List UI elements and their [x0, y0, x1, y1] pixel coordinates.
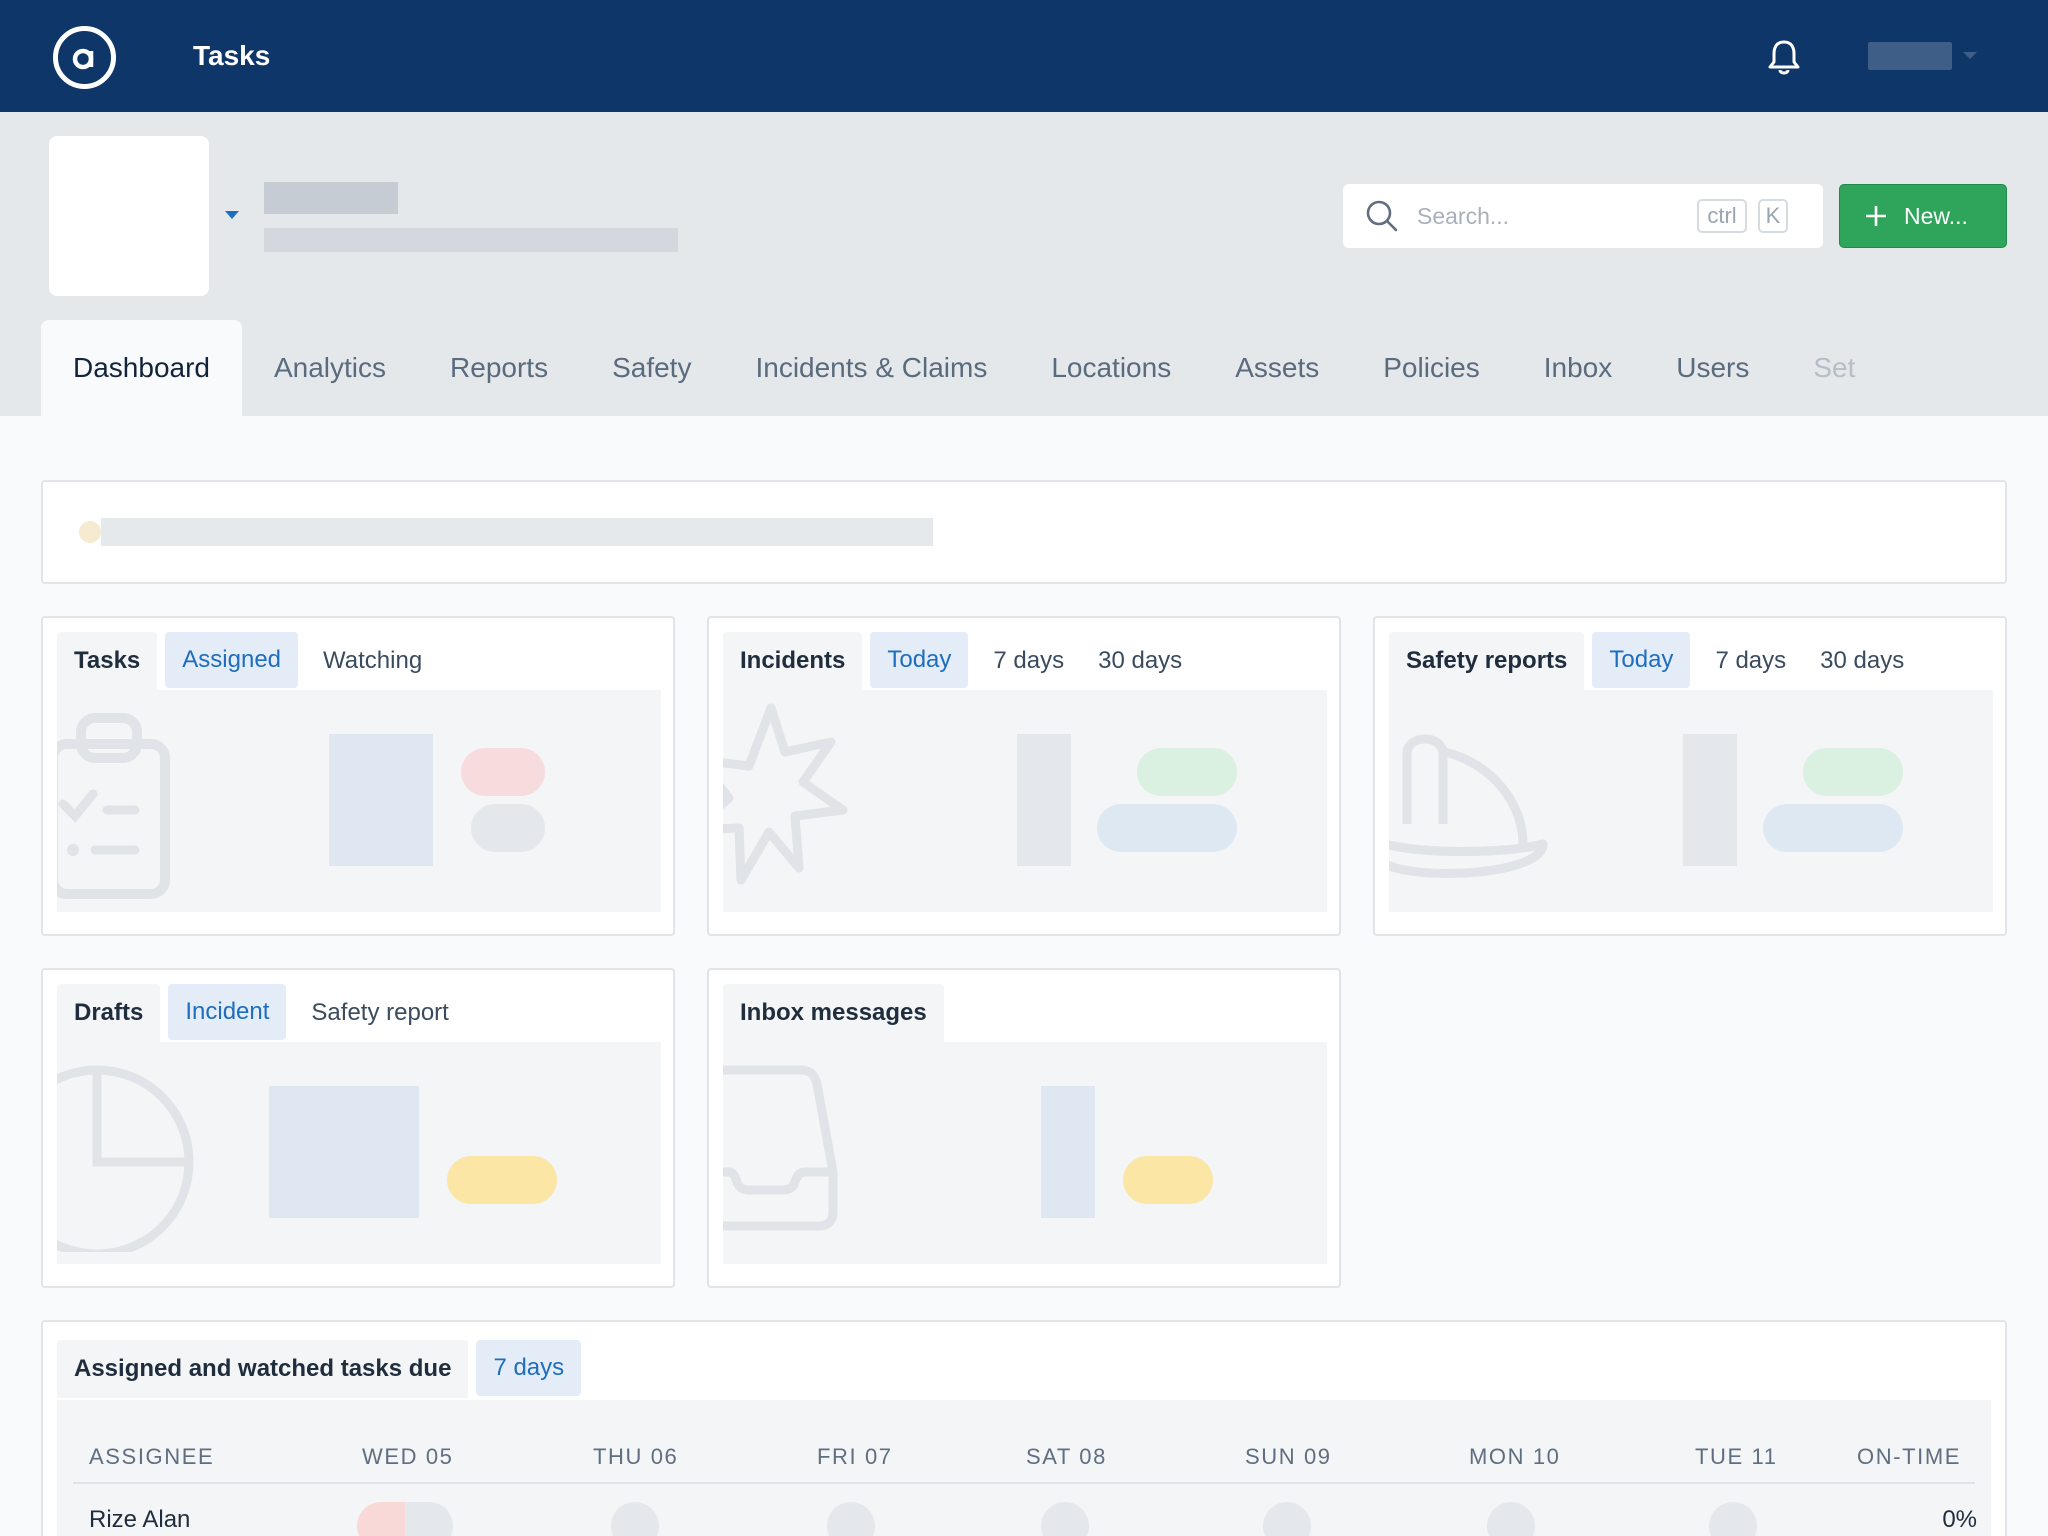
incidents-empty-state — [723, 690, 1327, 912]
top-bar: Tasks — [0, 0, 2048, 112]
due-bar-wed[interactable] — [357, 1502, 453, 1536]
search-box[interactable]: ctrl K — [1343, 184, 1823, 248]
table-divider — [73, 1482, 1975, 1484]
tasks-due-card-title[interactable]: Assigned and watched tasks due — [57, 1340, 469, 1398]
inbox-tray-icon — [723, 1065, 838, 1231]
tab-watching[interactable]: Watching — [306, 632, 439, 690]
tab-analytics[interactable]: Analytics — [242, 320, 418, 416]
burst-icon — [723, 703, 848, 885]
plus-icon — [1866, 206, 1886, 226]
tab-7-days[interactable]: 7 days — [476, 1340, 582, 1396]
tab-locations[interactable]: Locations — [1019, 320, 1203, 416]
column-header-sat: SAT 08 — [1026, 1444, 1107, 1469]
tasks-due-table: ASSIGNEE WED 05 THU 06 FRI 07 SAT 08 SUN… — [57, 1400, 1991, 1536]
chart-placeholder — [1683, 734, 1737, 866]
inbox-messages-card-title[interactable]: Inbox messages — [723, 984, 944, 1042]
incidents-card: Incidents Today 7 days 30 days — [707, 616, 1341, 936]
pill-placeholder — [1137, 748, 1237, 796]
column-header-assignee: ASSIGNEE — [89, 1444, 215, 1469]
column-header-thu: THU 06 — [593, 1444, 679, 1469]
chart-placeholder — [269, 1086, 419, 1218]
drafts-card: Drafts Incident Safety report — [41, 968, 675, 1288]
app-title: Tasks — [193, 40, 271, 71]
drafts-card-title[interactable]: Drafts — [57, 984, 161, 1042]
user-menu[interactable] — [1868, 42, 1952, 70]
table-row-assignee[interactable]: Rize Alan — [89, 1506, 190, 1534]
tasks-card-title[interactable]: Tasks — [57, 632, 158, 690]
tab-7-days[interactable]: 7 days — [1698, 632, 1803, 690]
tab-incidents-claims[interactable]: Incidents & Claims — [723, 320, 1019, 416]
column-header-sun: SUN 09 — [1245, 1444, 1332, 1469]
new-button-label: New... — [1904, 202, 1968, 229]
tab-today[interactable]: Today — [870, 632, 969, 688]
main-nav-tabs: Dashboard Analytics Reports Safety Incid… — [41, 320, 1871, 416]
column-header-wed: WED 05 — [362, 1444, 454, 1469]
announcement-banner — [41, 480, 2007, 584]
organization-subtitle-placeholder — [264, 228, 678, 252]
tab-assets[interactable]: Assets — [1203, 320, 1351, 416]
tab-reports[interactable]: Reports — [418, 320, 580, 416]
tab-users[interactable]: Users — [1644, 320, 1781, 416]
tab-30-days[interactable]: 30 days — [1081, 632, 1199, 690]
due-dot-mon[interactable] — [1487, 1502, 1535, 1536]
tasks-empty-state — [57, 690, 661, 912]
inbox-messages-card: Inbox messages — [707, 968, 1341, 1288]
tasks-card: Tasks Assigned Watching — [41, 616, 675, 936]
tab-30-days[interactable]: 30 days — [1803, 632, 1921, 690]
drafts-empty-state — [57, 1042, 661, 1264]
pill-placeholder — [1803, 748, 1903, 796]
shortcut-ctrl-key: ctrl — [1697, 199, 1747, 233]
inbox-messages-empty-state — [723, 1042, 1327, 1264]
hard-hat-icon — [1389, 734, 1548, 879]
tab-safety-report[interactable]: Safety report — [294, 984, 465, 1042]
due-dot-sun[interactable] — [1263, 1502, 1311, 1536]
notification-bell-icon[interactable] — [1766, 38, 1802, 76]
chart-placeholder — [1017, 734, 1071, 866]
chart-placeholder — [1041, 1086, 1095, 1218]
tab-today[interactable]: Today — [1592, 632, 1691, 688]
due-dot-fri[interactable] — [827, 1502, 875, 1536]
due-dot-sat[interactable] — [1041, 1502, 1089, 1536]
pie-chart-icon — [57, 1065, 194, 1252]
safety-reports-card-title[interactable]: Safety reports — [1389, 632, 1585, 690]
organization-logo[interactable] — [49, 136, 209, 296]
wave-icon — [79, 521, 101, 543]
tasks-due-card: Assigned and watched tasks due 7 days AS… — [41, 1320, 2007, 1536]
pill-placeholder — [461, 748, 545, 796]
tab-safety[interactable]: Safety — [580, 320, 723, 416]
column-header-tue: TUE 11 — [1695, 1444, 1778, 1469]
chart-placeholder — [329, 734, 433, 866]
due-dot-tue[interactable] — [1709, 1502, 1757, 1536]
table-row-on-time: 0% — [1942, 1506, 1977, 1533]
tab-assigned[interactable]: Assigned — [165, 632, 299, 688]
pill-placeholder — [1763, 804, 1903, 852]
tab-7-days[interactable]: 7 days — [976, 632, 1081, 690]
chevron-down-icon[interactable] — [222, 208, 242, 222]
organization-name-placeholder — [264, 182, 398, 214]
safety-reports-empty-state — [1389, 690, 1993, 912]
tab-policies[interactable]: Policies — [1351, 320, 1511, 416]
announcement-text-placeholder — [101, 518, 933, 546]
due-dot-thu[interactable] — [611, 1502, 659, 1536]
clipboard-icon — [57, 713, 170, 899]
column-header-mon: MON 10 — [1469, 1444, 1561, 1469]
pill-placeholder — [1097, 804, 1237, 852]
tab-inbox[interactable]: Inbox — [1512, 320, 1645, 416]
tab-incident[interactable]: Incident — [168, 984, 287, 1040]
search-input[interactable] — [1417, 198, 1677, 234]
safety-reports-card: Safety reports Today 7 days 30 days — [1373, 616, 2007, 936]
pill-placeholder — [471, 804, 545, 852]
tab-dashboard[interactable]: Dashboard — [41, 320, 242, 416]
new-button[interactable]: New... — [1839, 184, 2007, 248]
shortcut-k-key: K — [1758, 199, 1788, 233]
search-icon — [1366, 200, 1398, 232]
chevron-down-icon[interactable] — [1958, 45, 1982, 65]
incidents-card-title[interactable]: Incidents — [723, 632, 863, 690]
tab-settings[interactable]: Set — [1781, 320, 1871, 416]
pill-placeholder — [1123, 1156, 1213, 1204]
column-header-on-time: ON-TIME — [1857, 1444, 1962, 1469]
column-header-fri: FRI 07 — [817, 1444, 893, 1469]
app-logo-icon[interactable] — [52, 25, 117, 90]
pill-placeholder — [447, 1156, 557, 1204]
